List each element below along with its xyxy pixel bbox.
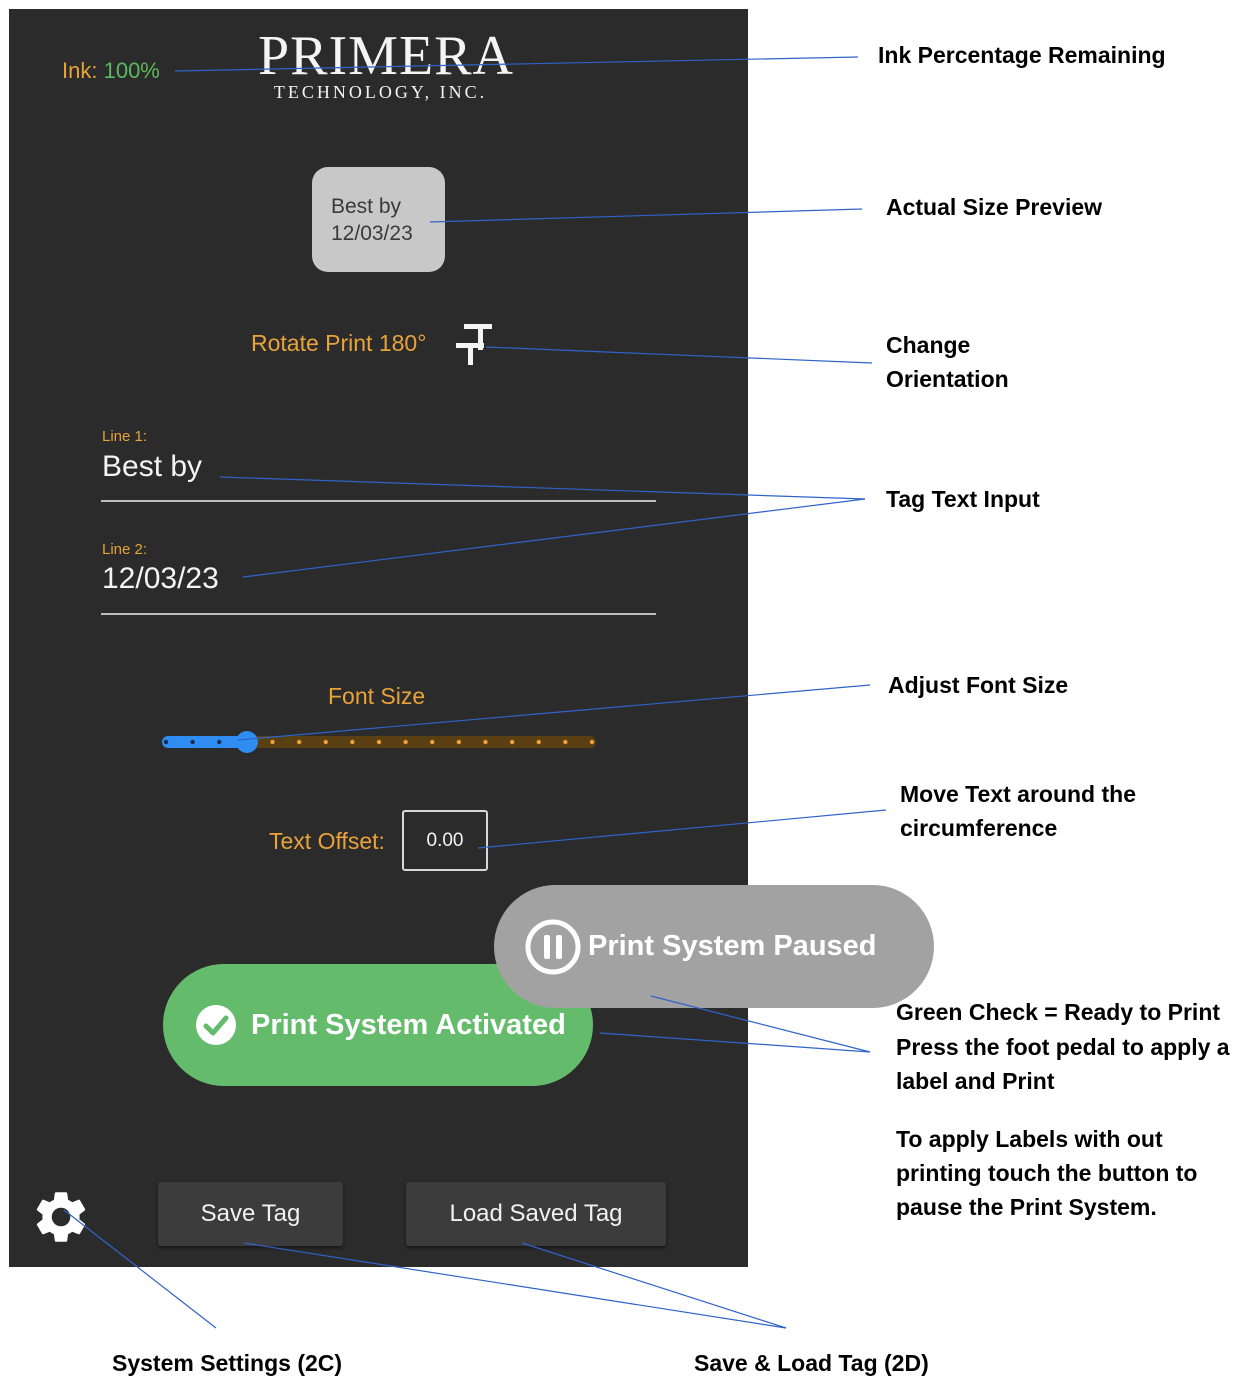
callout-save-load: Save & Load Tag (2D): [694, 1350, 929, 1376]
line-1-label: Line 1:: [102, 428, 148, 445]
slider-step-dot: [589, 739, 595, 745]
slider-step-dot: [217, 739, 222, 745]
slider-step-dot: [430, 739, 435, 745]
load-saved-tag-button[interactable]: Load Saved Tag: [406, 1182, 666, 1246]
ink-label: Ink:: [62, 58, 98, 83]
slider-step-dot: [270, 739, 275, 745]
preview-line-1: Best by: [331, 195, 402, 218]
primera-logo: PRIMERA TECHNOLOGY, INC.: [258, 25, 514, 102]
callout-offset-2: circumference: [900, 815, 1058, 841]
rotate-print-label: Rotate Print 180°: [251, 330, 427, 356]
callout-settings: System Settings (2C): [112, 1350, 343, 1376]
rotate-orientation-icon[interactable]: [452, 320, 498, 368]
print-system-paused-button[interactable]: Print System Paused: [494, 885, 934, 1008]
callout-status-1: Green Check = Ready to Print: [896, 999, 1221, 1025]
font-size-slider[interactable]: [160, 728, 600, 756]
slider-step-dot: [456, 739, 462, 745]
slider-fill: [162, 736, 247, 748]
actual-size-preview: Best by 12/03/23: [312, 167, 445, 272]
text-offset-input[interactable]: 0.00: [402, 810, 488, 871]
callout-orientation-2: Orientation: [886, 366, 1009, 392]
slider-step-dot: [483, 739, 488, 745]
logo-main-text: PRIMERA: [258, 25, 514, 87]
line-1-input[interactable]: Best by: [102, 450, 202, 484]
paused-label: Print System Paused: [588, 930, 877, 962]
slider-thumb: [235, 731, 258, 753]
preview-line-2: 12/03/23: [331, 222, 413, 245]
slider-step-dot: [296, 739, 302, 745]
logo-sub-text: TECHNOLOGY, INC.: [273, 82, 488, 102]
slider-step-dot: [536, 739, 541, 745]
ink-percentage: 100%: [103, 58, 160, 83]
activated-label: Print System Activated: [251, 1008, 566, 1041]
gear-icon[interactable]: [30, 1186, 92, 1248]
callout-offset-1: Move Text around the: [900, 781, 1136, 807]
line-1-underline: [101, 500, 656, 502]
callout-preview: Actual Size Preview: [886, 194, 1103, 220]
slider-step-dot: [403, 739, 408, 745]
slider-step-dot: [376, 739, 382, 745]
slider-step-dot: [163, 739, 169, 745]
callout-pause-2: printing touch the button to: [896, 1160, 1198, 1186]
text-offset-label: Text Offset:: [269, 828, 385, 854]
callout-status-2: Press the foot pedal to apply a: [896, 1034, 1230, 1060]
line-2-input[interactable]: 12/03/23: [102, 562, 219, 596]
check-circle-icon: [196, 1005, 236, 1045]
callout-ink: Ink Percentage Remaining: [878, 42, 1166, 68]
slider-step-dot: [563, 739, 568, 745]
callout-pause-1: To apply Labels with out: [896, 1126, 1163, 1152]
ink-level: Ink: 100%: [62, 58, 160, 84]
slider-step-dot: [323, 739, 328, 745]
font-size-label: Font Size: [328, 683, 426, 709]
line-2-underline: [101, 613, 656, 615]
callout-font-size: Adjust Font Size: [888, 672, 1069, 698]
callout-status-3: label and Print: [896, 1068, 1055, 1094]
slider-step-dot: [509, 739, 515, 745]
line-2-label: Line 2:: [102, 541, 148, 558]
slider-step-dot: [190, 739, 195, 745]
slider-step-dot: [350, 739, 355, 745]
pause-circle-icon: [525, 919, 581, 974]
save-tag-button[interactable]: Save Tag: [158, 1182, 343, 1246]
callout-orientation-1: Change: [886, 332, 971, 358]
callout-pause-3: pause the Print System.: [896, 1194, 1157, 1220]
callout-text-input: Tag Text Input: [886, 486, 1040, 512]
